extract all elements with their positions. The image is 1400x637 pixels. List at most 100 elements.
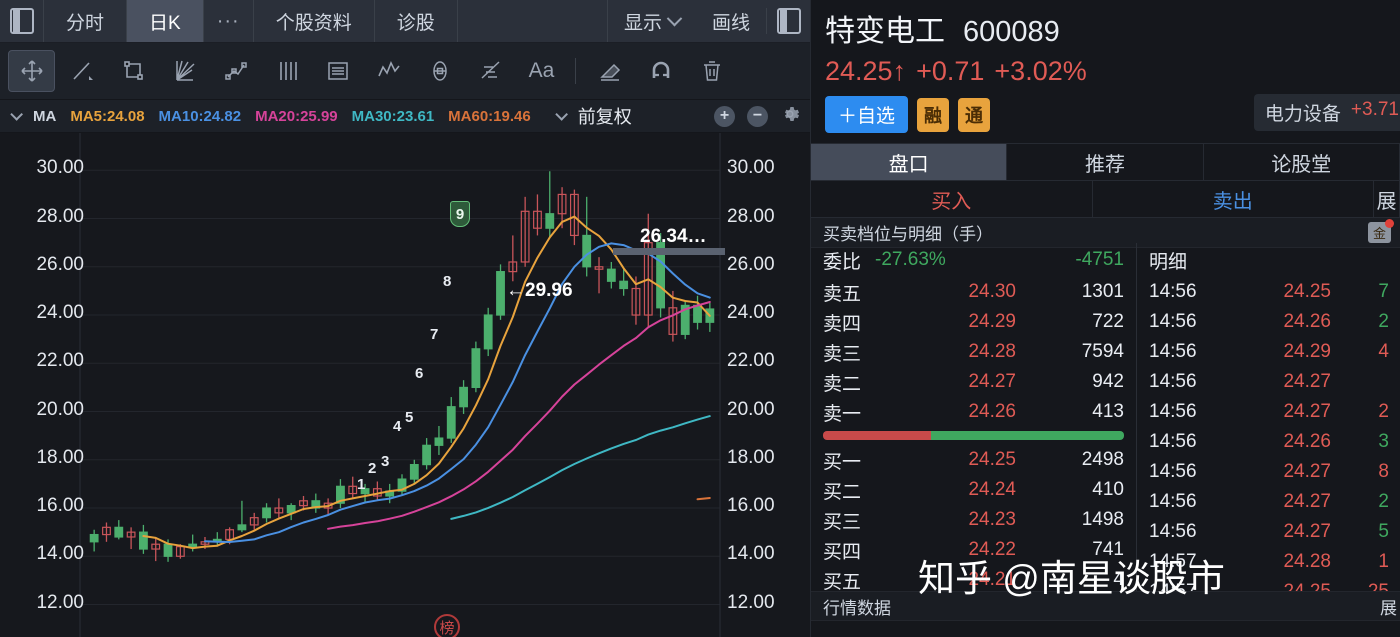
fan-lines-icon[interactable] [161, 50, 208, 92]
ma5-value: MA5:24.08 [70, 107, 145, 125]
draw-menu-button[interactable]: 画线 [696, 8, 766, 35]
chart-canvas [79, 133, 721, 637]
trendline-icon[interactable] [59, 50, 106, 92]
trade-row: 14:56 24.26 2 [1137, 307, 1400, 337]
footer-expand-label: 展 [1380, 598, 1397, 618]
level-price: 24.24 [968, 479, 1016, 500]
order-book-row[interactable]: 买一 24.25 2498 [811, 445, 1136, 475]
trade-qty: 4 [1378, 341, 1389, 362]
ellipse-icon[interactable] [416, 50, 463, 92]
trade-qty: 5 [1378, 521, 1389, 542]
trade-price: 24.27 [1283, 371, 1331, 392]
level-price: 24.27 [968, 371, 1016, 392]
trade-time: 14:56 [1149, 431, 1197, 452]
count-marker-4: 4 [393, 418, 402, 435]
level-label: 卖二 [823, 373, 862, 395]
adjust-mode-label[interactable]: 前复权 [578, 103, 632, 129]
tab-tuijian[interactable]: 推荐 [1007, 144, 1204, 180]
trade-row: 14:56 24.25 7 [1137, 277, 1400, 307]
axis-tick-label: 18.00 [36, 446, 84, 468]
trade-row: 14:56 24.26 3 [1137, 427, 1400, 457]
count-marker-8: 8 [443, 273, 452, 290]
tab-rik[interactable]: 日K [127, 0, 204, 42]
axis-tick-label: 16.00 [36, 495, 84, 517]
magnet-icon[interactable] [637, 50, 684, 92]
stock-title: 特变电工 600089 [825, 6, 1400, 50]
order-book-row[interactable]: 卖一 24.26 413 [811, 397, 1136, 427]
trade-price: 24.27 [1283, 401, 1331, 422]
axis-tick-label: 26.00 [36, 253, 84, 275]
chevron-down-icon [666, 10, 683, 26]
trade-row: 14:56 24.29 4 [1137, 337, 1400, 367]
trash-icon[interactable] [688, 50, 735, 92]
gann-box-icon[interactable] [314, 50, 361, 92]
level-volume: 942 [1092, 371, 1124, 392]
last-price: 24.25↑ [825, 56, 907, 86]
tab-fenshi[interactable]: 分时 [44, 0, 128, 42]
order-book-row[interactable]: 卖二 24.27 942 [811, 367, 1136, 397]
gold-badge-icon[interactable]: 金 [1368, 219, 1394, 243]
trade-price: 24.26 [1283, 431, 1331, 452]
weibi-value: -4751 [1075, 249, 1124, 270]
sector-name: 电力设备 [1264, 104, 1341, 125]
chevron-down-icon[interactable] [554, 107, 568, 121]
more-periods-button[interactable]: ··· [204, 0, 254, 42]
tab-stock-info[interactable]: 个股资料 [254, 0, 375, 42]
text-tool-icon[interactable]: Aa [518, 50, 565, 92]
expand-button[interactable]: 展 [1374, 181, 1400, 217]
trade-row: 14:56 24.27 2 [1137, 397, 1400, 427]
trade-row: 14:56 24.27 8 [1137, 457, 1400, 487]
level-volume: 7594 [1081, 341, 1124, 362]
pitchfork-icon[interactable] [467, 50, 514, 92]
toolbar-spacer [458, 0, 608, 42]
margin-tag[interactable]: 融 [917, 97, 950, 132]
candlestick-chart[interactable]: 30.00 28.00 26.00 24.00 22.00 20.00 18.00 16.00… [0, 133, 810, 637]
axis-tick-label: 28.00 [727, 205, 775, 227]
order-book-row[interactable]: 卖五 24.30 1301 [811, 277, 1136, 307]
polyline-icon[interactable] [212, 50, 259, 92]
add-to-watchlist-button[interactable]: ＋自选 [825, 96, 909, 133]
connect-tag[interactable]: 通 [958, 97, 991, 132]
sector-badge[interactable]: 电力设备 +3.71 [1253, 94, 1400, 131]
chevron-down-icon[interactable] [10, 107, 23, 121]
order-book-row[interactable]: 买三 24.23 1498 [811, 505, 1136, 535]
ma60-value: MA60:19.46 [448, 107, 531, 125]
axis-tick-label: 14.00 [36, 543, 84, 565]
ma-toggle-label[interactable]: MA [33, 108, 56, 125]
stock-name: 特变电工 [825, 15, 945, 48]
tab-lungutang[interactable]: 论股堂 [1204, 144, 1400, 180]
order-book-row[interactable]: 买二 24.24 410 [811, 475, 1136, 505]
level-price: 24.26 [968, 401, 1016, 422]
order-book-row[interactable]: 卖三 24.28 7594 [811, 337, 1136, 367]
crosshair-move-icon[interactable] [8, 50, 55, 92]
sell-button[interactable]: 卖出 [1093, 181, 1374, 217]
trade-time: 14:56 [1149, 341, 1197, 362]
top-toolbar: 分时 日K ··· 个股资料 诊股 显示 画线 [0, 0, 810, 43]
tab-diagnose[interactable]: 诊股 [375, 0, 458, 42]
gear-icon[interactable] [780, 104, 800, 128]
axis-tick-label: 14.00 [727, 543, 775, 565]
panel-left-icon[interactable] [0, 0, 44, 42]
zoom-out-button[interactable]: − [747, 105, 768, 127]
zigzag-wave-icon[interactable] [365, 50, 412, 92]
trade-qty: 2 [1378, 491, 1389, 512]
order-book-row[interactable]: 卖四 24.29 722 [811, 307, 1136, 337]
axis-tick-label: 22.00 [36, 350, 84, 372]
trade-qty: 2 [1378, 401, 1389, 422]
level-price: 24.23 [968, 509, 1016, 530]
price-axis-left: 30.00 28.00 26.00 24.00 22.00 20.00 18.00 16.00… [0, 133, 92, 637]
buy-button[interactable]: 买入 [811, 181, 1093, 217]
rank-badge[interactable]: 榜 [434, 614, 460, 637]
axis-tick-label: 30.00 [727, 157, 775, 179]
panel-right-icon[interactable] [766, 8, 810, 34]
parallel-channel-icon[interactable] [263, 50, 310, 92]
trade-price: 24.25 [1283, 281, 1331, 302]
rectangle-icon[interactable] [110, 50, 157, 92]
display-menu-button[interactable]: 显示 [608, 8, 696, 35]
tab-pankou[interactable]: 盘口 [811, 144, 1008, 180]
eraser-icon[interactable] [586, 50, 633, 92]
count-marker-3: 3 [381, 453, 390, 470]
order-book-title: 买卖档位与明细（手） [823, 225, 993, 244]
high-price-annotation: ←29.96 [506, 280, 573, 301]
zoom-in-button[interactable]: + [714, 105, 735, 127]
